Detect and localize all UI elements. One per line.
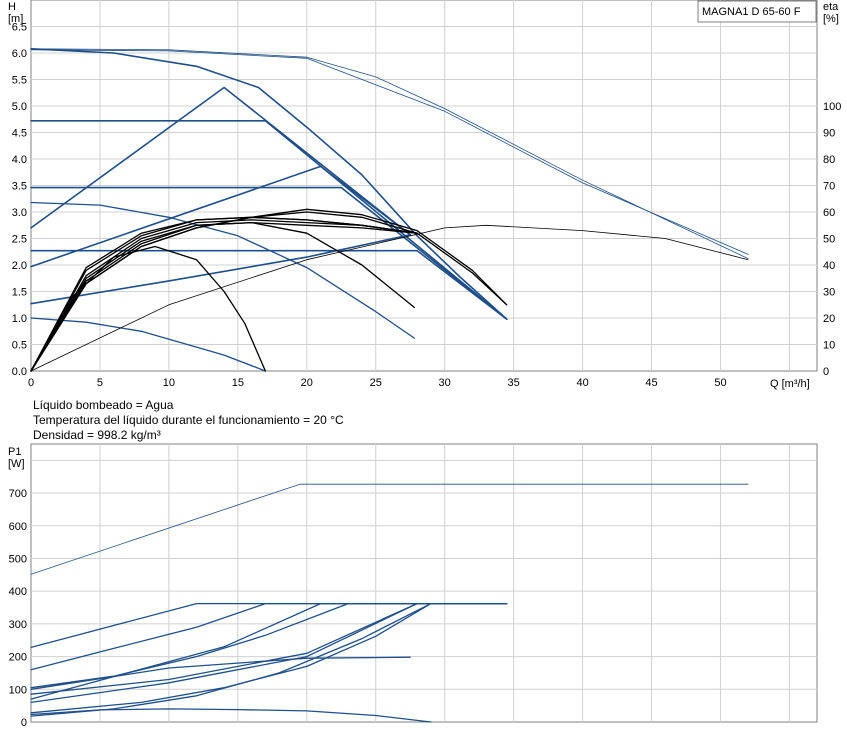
y-tick-label: 5.5 [12,75,27,87]
lower-ticks: 0 100 200 300 400 500 600 700 [9,488,27,729]
y-tick-label: 1.5 [12,287,27,299]
y-tick-label: 100 [9,684,27,696]
x-tick-label: 5 [97,377,103,389]
y-tick-label: 0 [21,717,27,729]
curve-2 [30,602,508,671]
y-tick-label: 300 [9,619,27,631]
x-tick-label: 35 [508,377,520,389]
y2-axis-label-eta: eta [%] [823,1,839,25]
x-tick-label: 50 [714,377,726,389]
x-tick-label: 15 [232,377,244,389]
note-density: Densidad = 998.2 kg/m³ [33,428,161,442]
head-efficiency-panel: 0.0 0.5 1.0 1.5 2.0 2.5 3.0 3.5 4.0 4.5 5.0 5.5 6.0 6… [8,0,841,390]
y2-tick-label: 100 [823,101,841,113]
curve-1 [30,120,508,320]
note-liquid: Líquido bombeado = Agua [33,398,174,412]
y-tick-label: 200 [9,652,27,664]
efficiency-curve-14 [30,208,508,372]
lower-plot-frame [30,443,818,723]
upper-curves [30,47,749,372]
y-axis-label-P1: P1 [W] [8,446,25,470]
y-tick-label: 700 [9,488,27,500]
y-tick-label: 2.0 [12,260,27,272]
y2-tick-label: 40 [823,260,835,272]
lower-curves [30,483,749,723]
y-tick-label: 3.5 [12,181,27,193]
x-tick-label: 30 [439,377,451,389]
y-tick-label: 600 [9,521,27,533]
curve-1 [30,602,508,649]
y-tick-label: 6.0 [12,48,27,60]
upper-ticks: 0.0 0.5 1.0 1.5 2.0 2.5 3.0 3.5 4.0 4.5 5.0 5.5 6.0 6… [12,22,842,390]
y-tick-label: 2.5 [12,234,27,246]
efficiency-curve-15 [30,221,418,372]
y-tick-label: 3.0 [12,207,27,219]
note-temperature: Temperatura del líquido durante el funci… [33,413,344,427]
curve-3 [30,602,508,689]
pump-performance-chart: 0.0 0.5 1.0 1.5 2.0 2.5 3.0 3.5 4.0 4.5 5.0 5.5 6.0 6… [8,0,841,729]
y2-tick-label: 90 [823,128,835,140]
y-tick-label: 500 [9,553,27,565]
y2-tick-label: 0 [823,366,829,378]
lower-grid [31,444,817,722]
power-panel: 0 100 200 300 400 500 600 700 P1 [W] [8,443,818,729]
curve-9 [30,602,432,717]
y2-tick-label: 10 [823,340,835,352]
y-axis-label-H: H [m] [8,1,23,25]
efficiency-curve-16 [30,219,418,372]
y2-tick-label: 20 [823,313,835,325]
y2-tick-label: 70 [823,181,835,193]
upper-grid [31,0,817,371]
y-tick-label: 5.0 [12,101,27,113]
curve-9 [30,48,749,260]
curve-10 [30,708,432,723]
y-tick-label: 4.5 [12,128,27,140]
y2-tick-label: 30 [823,287,835,299]
y-tick-label: 400 [9,586,27,598]
curve-5 [30,602,508,704]
y-tick-label: 0.0 [12,366,27,378]
curve-0 [30,483,749,575]
curve-4 [30,86,412,236]
x-tick-label: 10 [163,377,175,389]
efficiency-curve-12 [30,221,415,372]
efficiency-curve-19 [30,224,749,372]
x-axis-label-Q: Q [m³/h] [770,378,810,390]
y2-tick-label: 50 [823,234,835,246]
y-tick-label: 4.0 [12,154,27,166]
y-tick-label: 0.5 [12,340,27,352]
x-tick-label: 20 [301,377,313,389]
y2-tick-label: 60 [823,207,835,219]
y2-tick-label: 80 [823,154,835,166]
y-tick-label: 1.0 [12,313,27,325]
x-tick-label: 25 [370,377,382,389]
curve-6 [30,602,508,695]
model-label: MAGNA1 D 65-60 F [702,6,801,18]
x-tick-label: 0 [28,377,34,389]
x-tick-label: 45 [645,377,657,389]
x-tick-label: 40 [576,377,588,389]
